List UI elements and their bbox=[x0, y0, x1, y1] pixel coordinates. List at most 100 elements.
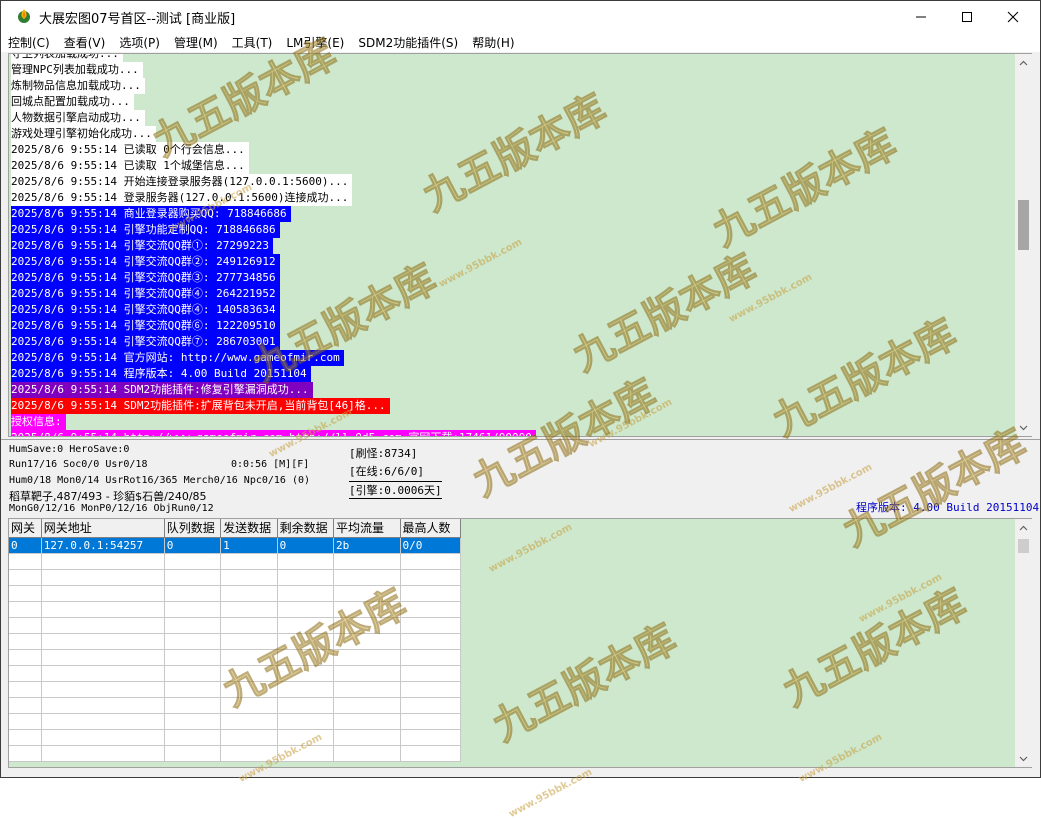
table-row-empty bbox=[9, 729, 462, 746]
log-line: 2025/8/6 9:55:14 已读取 1个城堡信息... bbox=[11, 158, 249, 174]
table-cell-empty bbox=[9, 633, 42, 650]
table-cell-empty bbox=[9, 713, 42, 730]
close-button[interactable] bbox=[990, 1, 1036, 32]
grid-column-header[interactable]: 发送数据 bbox=[220, 519, 278, 538]
grid-scroll-down-arrow[interactable] bbox=[1015, 750, 1032, 767]
log-panel[interactable]: 守卫列表加载成功... 管理NPC列表加载成功... 炼制物品信息加载成功... 回城… bbox=[8, 53, 1032, 437]
table-cell-empty bbox=[333, 713, 401, 730]
menu-item-4[interactable]: 工具(T) bbox=[225, 32, 280, 52]
table-cell-empty bbox=[41, 633, 165, 650]
table-cell-empty bbox=[220, 665, 278, 682]
table-row-empty bbox=[9, 569, 462, 586]
program-version: 程序版本: 4.00 Build 20151104 bbox=[856, 501, 1040, 514]
main-window: 大展宏图07号首区--测试 [商业版] 控制(C) 查看(V) 选项(P) 管理(M)… bbox=[0, 0, 1041, 820]
status-monrun: MonG0/12/16 MonP0/12/16 ObjRun0/12 bbox=[9, 503, 214, 514]
grid-body: 0 127.0.0.1:54257 0 1 0 2b 0/0 bbox=[9, 537, 462, 762]
log-line: 回城点配置加载成功... bbox=[11, 94, 134, 110]
log-line: 2025/8/6 9:55:14 引擎交流QQ群③: 277734856 bbox=[11, 270, 280, 286]
menu-item-0[interactable]: 控制(C) bbox=[1, 32, 57, 52]
table-cell-empty bbox=[277, 729, 335, 746]
table-cell-empty bbox=[400, 601, 462, 618]
grid-column-header[interactable]: 剩余数据 bbox=[277, 519, 335, 538]
log-scrollbar[interactable] bbox=[1015, 54, 1032, 436]
table-row[interactable]: 0 127.0.0.1:54257 0 1 0 2b 0/0 bbox=[9, 537, 462, 554]
minimize-button[interactable] bbox=[898, 1, 944, 32]
maximize-icon bbox=[962, 11, 972, 22]
log-line: 2025/8/6 9:55:14 引擎功能定制QQ: 718846686 bbox=[11, 222, 280, 238]
grid-column-header[interactable]: 平均流量 bbox=[333, 519, 401, 538]
table-cell-empty bbox=[220, 617, 278, 634]
table-cell-empty bbox=[400, 569, 462, 586]
table-cell-empty bbox=[220, 713, 278, 730]
table-cell-empty bbox=[164, 649, 222, 666]
grid-column-header[interactable]: 队列数据 bbox=[164, 519, 222, 538]
refresh-count: [刷怪:8734] bbox=[349, 447, 418, 460]
grid-scroll-up-arrow[interactable] bbox=[1015, 519, 1032, 536]
table-row-empty bbox=[9, 601, 462, 618]
title-bar[interactable]: 大展宏图07号首区--测试 [商业版] bbox=[1, 1, 1040, 32]
table-cell-empty bbox=[41, 585, 165, 602]
log-line: 2025/8/6 9:55:14 SDM2功能插件:扩展背包未开启,当前背包[4… bbox=[11, 398, 390, 414]
table-cell-empty bbox=[400, 665, 462, 682]
table-row-empty bbox=[9, 617, 462, 634]
table-cell-empty bbox=[333, 633, 401, 650]
gate-grid-panel[interactable]: 网关 网关地址 队列数据 发送数据 剩余数据 平均流量 最高人数 0 127.0.0.1:54… bbox=[8, 518, 1032, 768]
scroll-down-arrow[interactable] bbox=[1015, 419, 1032, 436]
table-cell-empty bbox=[220, 633, 278, 650]
table-cell-empty bbox=[400, 633, 462, 650]
table-cell-empty bbox=[41, 569, 165, 586]
menu-item-5[interactable]: LM引擎(E) bbox=[279, 32, 351, 52]
log-line: 2025/8/6 9:55:14 商业登录器购买QQ: 718846686 bbox=[11, 206, 291, 222]
table-cell-empty bbox=[164, 681, 222, 698]
log-line: 2025/8/6 9:55:14 引擎交流QQ群②: 249126912 bbox=[11, 254, 280, 270]
table-cell-empty bbox=[277, 681, 335, 698]
menu-item-7[interactable]: 帮助(H) bbox=[465, 32, 521, 52]
menu-item-2[interactable]: 选项(P) bbox=[112, 32, 167, 52]
menu-item-6[interactable]: SDM2功能插件(S) bbox=[351, 32, 465, 52]
gate-grid[interactable]: 网关 网关地址 队列数据 发送数据 剩余数据 平均流量 最高人数 0 127.0.0.1:54… bbox=[9, 519, 462, 762]
table-cell-empty bbox=[277, 617, 335, 634]
window-title: 大展宏图07号首区--测试 [商业版] bbox=[39, 12, 236, 27]
grid-header-row: 网关 网关地址 队列数据 发送数据 剩余数据 平均流量 最高人数 bbox=[9, 519, 462, 538]
table-cell-empty bbox=[164, 617, 222, 634]
table-cell-empty bbox=[277, 697, 335, 714]
grid-column-header[interactable]: 网关 bbox=[9, 519, 42, 538]
table-row-empty bbox=[9, 681, 462, 698]
minimize-icon bbox=[916, 16, 926, 17]
table-cell-empty bbox=[164, 729, 222, 746]
table-cell-empty bbox=[9, 681, 42, 698]
table-cell-empty bbox=[41, 681, 165, 698]
table-cell-empty bbox=[333, 681, 401, 698]
log-lines: 守卫列表加载成功... 管理NPC列表加载成功... 炼制物品信息加载成功... 回城… bbox=[11, 54, 536, 436]
table-cell: 0 bbox=[9, 537, 42, 554]
grid-scroll-thumb[interactable] bbox=[1018, 539, 1029, 553]
table-cell: 0 bbox=[277, 537, 335, 554]
table-cell-empty bbox=[41, 601, 165, 618]
chevron-down-icon bbox=[1019, 756, 1028, 761]
log-line: 游戏处理引擎初始化成功... bbox=[11, 126, 156, 142]
table-cell-empty bbox=[164, 665, 222, 682]
log-line: 2025/8/6 9:55:14 已读取 0个行会信息... bbox=[11, 142, 249, 158]
log-line: 2025/8/6 9:55:14 登录服务器(127.0.0.1:5600)连接… bbox=[11, 190, 353, 206]
log-line: 2025/8/6 9:55:14 程序版本: 4.00 Build 201511… bbox=[11, 366, 311, 382]
grid-column-header[interactable]: 最高人数 bbox=[400, 519, 462, 538]
table-cell-empty bbox=[400, 713, 462, 730]
flame-globe-icon[interactable] bbox=[15, 7, 33, 25]
grid-column-header[interactable]: 网关地址 bbox=[41, 519, 165, 538]
menu-item-3[interactable]: 管理(M) bbox=[167, 32, 225, 52]
table-cell-empty bbox=[277, 585, 335, 602]
log-line: 2025/8/6 9:55:14 SDM2功能插件:修复引擎漏洞成功... bbox=[11, 382, 313, 398]
grid-scrollbar[interactable] bbox=[1015, 519, 1032, 767]
status-panel: HumSave:0 HeroSave:0 Run17/16 Soc0/0 Usr… bbox=[1, 439, 1040, 517]
maximize-button[interactable] bbox=[944, 1, 990, 32]
table-cell-empty bbox=[400, 745, 462, 762]
table-cell-empty bbox=[400, 729, 462, 746]
scroll-up-arrow[interactable] bbox=[1015, 54, 1032, 71]
table-cell-empty bbox=[164, 553, 222, 570]
table-cell-empty bbox=[164, 713, 222, 730]
menu-item-1[interactable]: 查看(V) bbox=[57, 32, 113, 52]
scroll-thumb[interactable] bbox=[1018, 200, 1029, 250]
log-line: 管理NPC列表加载成功... bbox=[11, 62, 143, 78]
table-cell-empty bbox=[41, 665, 165, 682]
table-cell-empty bbox=[9, 697, 42, 714]
